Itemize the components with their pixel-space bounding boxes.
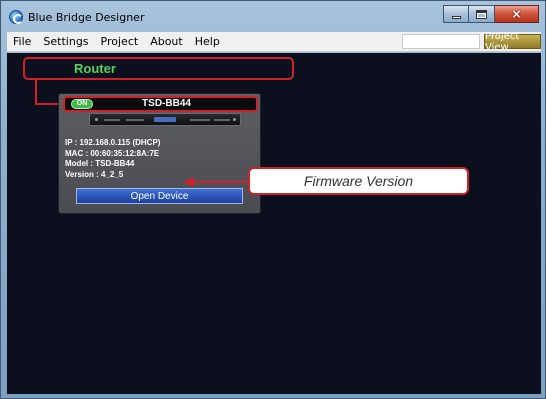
device-port — [214, 119, 230, 121]
router-label[interactable]: Router — [23, 57, 294, 80]
minimize-button[interactable] — [443, 5, 469, 23]
menu-about[interactable]: About — [144, 33, 189, 51]
device-led — [233, 118, 236, 121]
firmware-callout: Firmware Version — [248, 167, 469, 195]
title-bar[interactable]: Blue Bridge Designer × — [1, 1, 545, 31]
connector-line — [35, 103, 59, 105]
close-icon: × — [511, 7, 522, 21]
device-ip: IP : 192.168.0.115 (DHCP) — [65, 138, 161, 147]
maximize-icon — [476, 9, 487, 19]
device-info: IP : 192.168.0.115 (DHCP) MAC : 00:60:35… — [65, 138, 160, 180]
device-port — [126, 119, 144, 121]
callout-arrow — [193, 181, 249, 183]
menu-file[interactable]: File — [7, 33, 37, 51]
close-button[interactable]: × — [495, 5, 539, 23]
device-model: Model : TSD-BB44 — [65, 159, 135, 168]
design-canvas[interactable]: Router ON TSD-BB44 IP : 192.168.0.115 (D… — [7, 53, 541, 394]
window-title: Blue Bridge Designer — [28, 11, 145, 24]
minimize-icon — [451, 15, 461, 19]
device-version: Version : 4_2_5 — [65, 169, 124, 179]
menu-help[interactable]: Help — [189, 33, 226, 51]
connector-line — [35, 80, 37, 105]
menu-settings[interactable]: Settings — [37, 33, 94, 51]
device-led — [95, 118, 98, 121]
device-port — [190, 119, 210, 121]
device-logo — [154, 117, 176, 122]
arrow-head-icon — [183, 177, 194, 187]
app-window: Blue Bridge Designer × File Settings Pro… — [0, 0, 546, 399]
app-icon — [9, 10, 23, 24]
device-name: TSD-BB44 — [142, 98, 191, 109]
device-card-header: ON TSD-BB44 — [63, 96, 258, 112]
device-port — [104, 119, 120, 121]
project-view-button[interactable]: Project View — [484, 31, 541, 53]
menu-blank-field — [402, 34, 480, 49]
menu-bar: File Settings Project About Help Project… — [7, 31, 541, 53]
maximize-button[interactable] — [469, 5, 495, 23]
device-mac: MAC : 00:60:35:12:8A:7E — [65, 148, 160, 158]
menu-project[interactable]: Project — [95, 33, 145, 51]
window-controls: × — [443, 5, 539, 23]
open-device-button[interactable]: Open Device — [76, 188, 243, 204]
device-card[interactable]: ON TSD-BB44 IP : 192.168.0.115 (DHCP) MA… — [58, 93, 261, 214]
device-image — [89, 113, 241, 126]
